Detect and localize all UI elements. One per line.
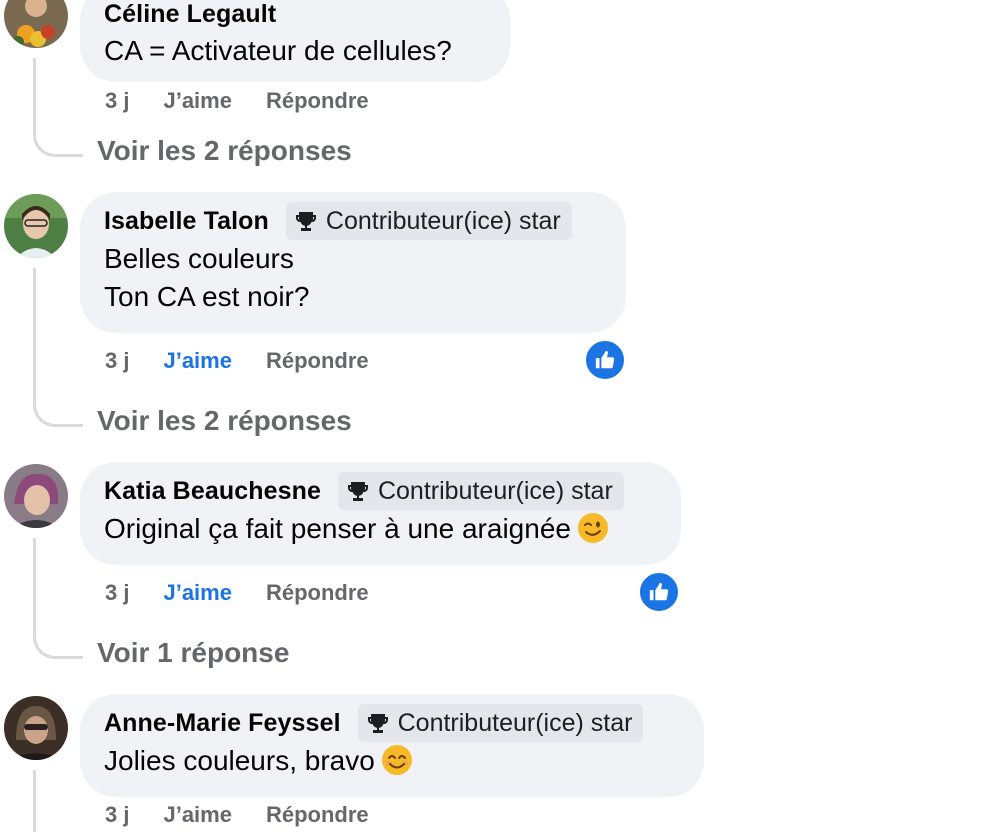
timestamp[interactable]: 3 j xyxy=(105,802,129,828)
comment-author[interactable]: Isabelle Talon xyxy=(104,207,269,236)
like-button[interactable]: J’aime xyxy=(163,88,232,114)
avatar-katia[interactable] xyxy=(4,464,68,528)
avatar-isabelle[interactable] xyxy=(4,194,68,258)
thread-connector xyxy=(33,58,83,157)
thread-connector xyxy=(33,268,83,427)
contributor-badge: Contributeur(ice) star xyxy=(357,704,644,742)
view-replies-link[interactable]: Voir les 2 réponses xyxy=(97,405,352,437)
comment-text: Jolies couleurs, bravo xyxy=(104,742,680,780)
like-button[interactable]: J’aime xyxy=(163,802,232,828)
avatar-anne-marie[interactable] xyxy=(4,696,68,760)
comment-author[interactable]: Céline Legault xyxy=(104,0,276,29)
thumbs-up-icon xyxy=(595,350,615,369)
winking-face-emoji xyxy=(577,513,608,543)
comment-bubble: Isabelle Talon Contributeur(ice) star Be… xyxy=(80,192,626,333)
comment-text: Original ça fait penser à une araignée xyxy=(104,510,657,548)
like-button[interactable]: J’aime xyxy=(163,348,232,374)
like-reaction-count[interactable] xyxy=(584,339,626,381)
comment-actions: 3 j J’aime Répondre xyxy=(105,348,403,374)
thread-connector xyxy=(33,770,36,832)
reply-button[interactable]: Répondre xyxy=(266,88,369,114)
comment-author[interactable]: Katia Beauchesne xyxy=(104,477,321,506)
timestamp[interactable]: 3 j xyxy=(105,580,129,606)
comment-bubble: Anne-Marie Feyssel Contributeur(ice) sta… xyxy=(80,694,704,797)
like-reaction-count[interactable] xyxy=(638,571,680,613)
comment-text: CA = Activateur de cellules? xyxy=(104,35,452,66)
thumbs-up-icon xyxy=(649,582,669,601)
timestamp[interactable]: 3 j xyxy=(105,88,129,114)
like-button[interactable]: J’aime xyxy=(163,580,232,606)
comment-actions: 3 j J’aime Répondre xyxy=(105,88,403,114)
reply-button[interactable]: Répondre xyxy=(266,348,369,374)
contributor-badge: Contributeur(ice) star xyxy=(285,202,572,240)
reply-button[interactable]: Répondre xyxy=(266,580,369,606)
contributor-badge: Contributeur(ice) star xyxy=(337,472,624,510)
comment-text: Belles couleurs Ton CA est noir? xyxy=(104,243,310,312)
comment-author[interactable]: Anne-Marie Feyssel xyxy=(104,709,341,738)
view-replies-link[interactable]: Voir 1 réponse xyxy=(97,637,289,669)
trophy-icon xyxy=(295,212,316,231)
thread-connector xyxy=(33,538,83,659)
trophy-icon xyxy=(367,714,388,733)
comment-actions: 3 j J’aime Répondre xyxy=(105,580,403,606)
timestamp[interactable]: 3 j xyxy=(105,348,129,374)
comment-actions: 3 j J’aime Répondre xyxy=(105,802,403,828)
smiling-face-emoji xyxy=(381,745,412,775)
comment-bubble: Céline Legault CA = Activateur de cellul… xyxy=(80,0,510,82)
reply-button[interactable]: Répondre xyxy=(266,802,369,828)
view-replies-link[interactable]: Voir les 2 réponses xyxy=(97,135,352,167)
trophy-icon xyxy=(347,482,368,501)
avatar-celine[interactable] xyxy=(4,0,68,48)
comment-bubble: Katia Beauchesne Contributeur(ice) star … xyxy=(80,462,681,565)
